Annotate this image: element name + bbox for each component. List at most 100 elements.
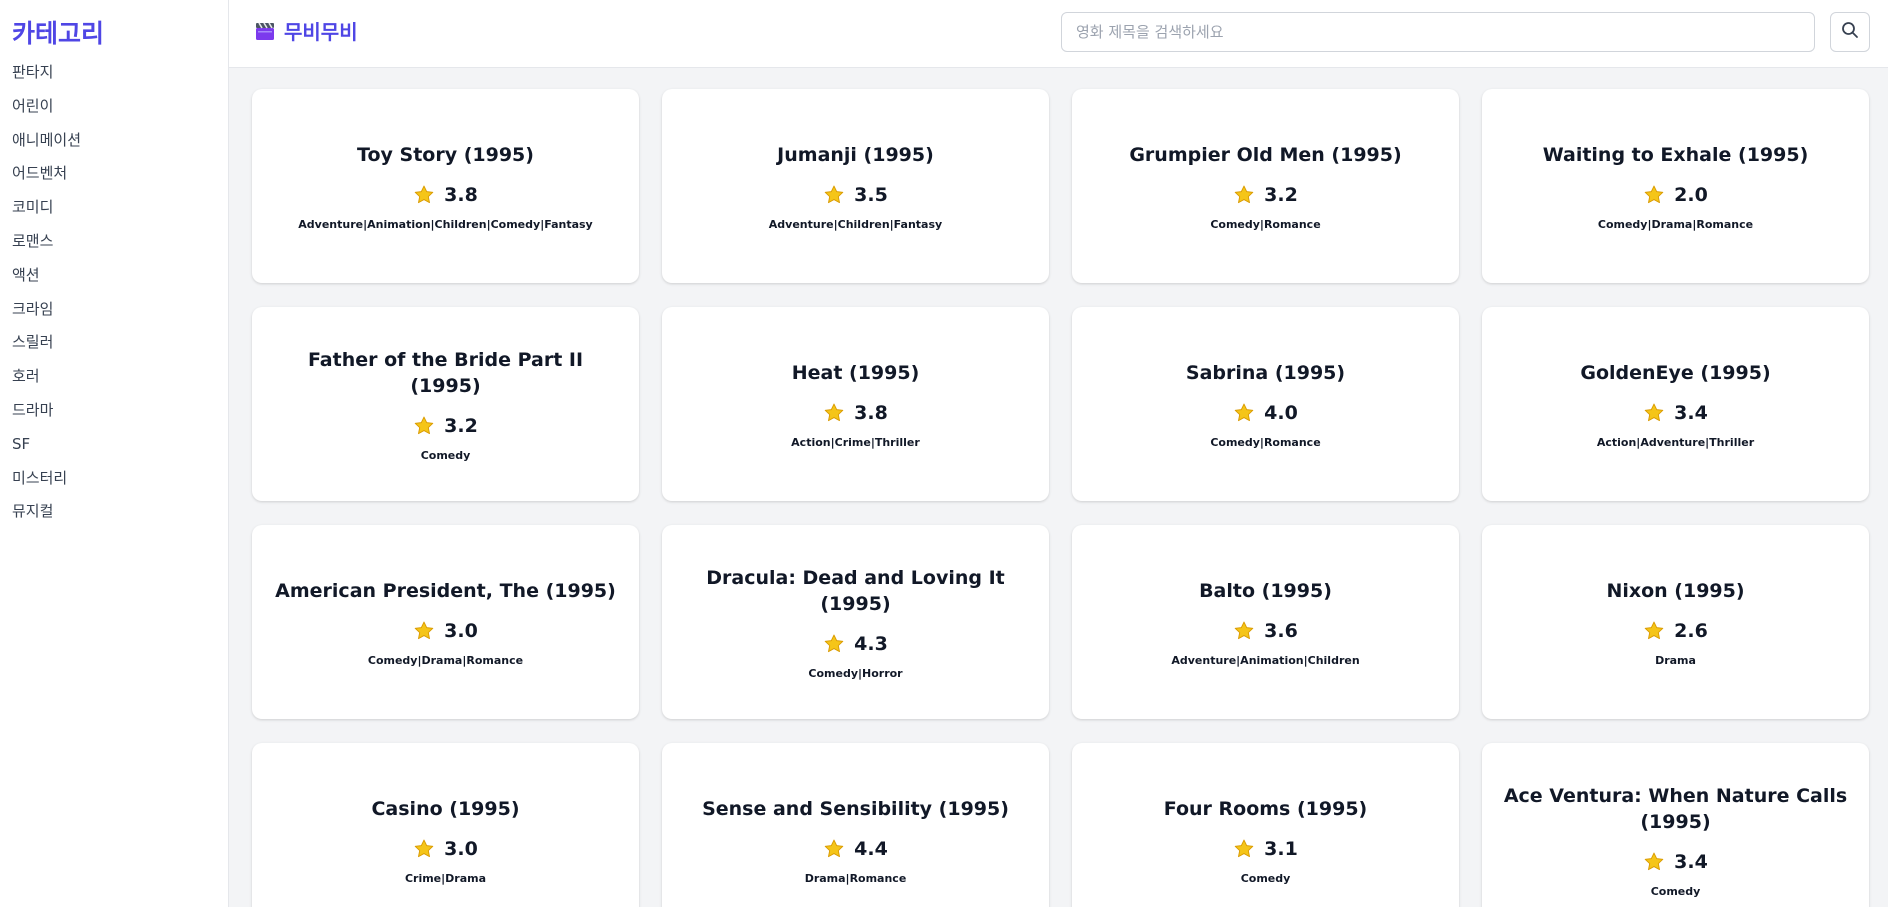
star-icon bbox=[1233, 402, 1255, 424]
star-icon bbox=[1643, 184, 1665, 206]
movie-genres: Adventure|Children|Fantasy bbox=[768, 217, 943, 231]
rating-value: 3.8 bbox=[444, 183, 478, 206]
category-item[interactable]: 판타지 bbox=[12, 56, 228, 90]
movie-genres: Comedy|Horror bbox=[808, 666, 903, 680]
movie-genres: Comedy|Drama|Romance bbox=[367, 653, 524, 667]
movie-card[interactable]: Heat (1995) 3.8 Action|Crime|Thriller bbox=[662, 307, 1049, 501]
rating-value: 3.6 bbox=[1264, 619, 1298, 642]
sidebar: 카테고리 판타지 어린이 애니메이션 어드벤처 코미디 로맨스 액션 크라임 스릴러 호러 드라마 S… bbox=[0, 0, 229, 907]
movie-title: Casino (1995) bbox=[371, 797, 520, 820]
category-item[interactable]: 로맨스 bbox=[12, 225, 228, 259]
movie-card[interactable]: Sense and Sensibility (1995) 4.4 Drama|Rom… bbox=[662, 743, 1049, 907]
movie-genres: Drama bbox=[1655, 653, 1696, 667]
movie-card[interactable]: Jumanji (1995) 3.5 Adventure|Children|Fant… bbox=[662, 89, 1049, 283]
rating-value: 3.4 bbox=[1674, 401, 1708, 424]
star-icon bbox=[1233, 620, 1255, 642]
movie-card[interactable]: Toy Story (1995) 3.8 Adventure|Animation|C… bbox=[252, 89, 639, 283]
rating-value: 4.3 bbox=[854, 632, 888, 655]
rating-value: 3.2 bbox=[444, 414, 478, 437]
movie-genres: Comedy bbox=[1240, 871, 1291, 885]
movie-rating: 3.4 bbox=[1643, 402, 1708, 424]
movie-rating: 3.8 bbox=[823, 402, 888, 424]
movie-title: Sense and Sensibility (1995) bbox=[702, 797, 1009, 820]
movie-rating: 2.0 bbox=[1643, 184, 1708, 206]
movie-title: American President, The (1995) bbox=[275, 579, 616, 602]
movie-grid: Toy Story (1995) 3.8 Adventure|Animation|C… bbox=[252, 89, 1869, 907]
rating-value: 3.1 bbox=[1264, 837, 1298, 860]
movie-title: Ace Ventura: When Nature Calls (1995) bbox=[1503, 784, 1848, 833]
category-item[interactable]: 애니메이션 bbox=[12, 124, 228, 158]
movie-title: Dracula: Dead and Loving It (1995) bbox=[706, 566, 1005, 615]
star-icon bbox=[823, 633, 845, 655]
movie-genres: Crime|Drama bbox=[404, 871, 487, 885]
movie-title: Father of the Bride Part II (1995) bbox=[307, 348, 584, 397]
star-icon bbox=[1233, 184, 1255, 206]
movie-card[interactable]: Sabrina (1995) 4.0 Comedy|Romance bbox=[1072, 307, 1459, 501]
movie-rating: 3.1 bbox=[1233, 838, 1298, 860]
rating-value: 2.0 bbox=[1674, 183, 1708, 206]
movie-genres: Comedy|Romance bbox=[1210, 217, 1321, 231]
movie-rating: 3.2 bbox=[413, 415, 478, 437]
movie-card[interactable]: Dracula: Dead and Loving It (1995) 4.3 Com… bbox=[662, 525, 1049, 719]
movie-card[interactable]: GoldenEye (1995) 3.4 Action|Adventure|Thri… bbox=[1482, 307, 1869, 501]
rating-value: 3.0 bbox=[444, 619, 478, 642]
category-item[interactable]: 크라임 bbox=[12, 293, 228, 327]
movie-card[interactable]: Waiting to Exhale (1995) 2.0 Comedy|Drama|… bbox=[1482, 89, 1869, 283]
movie-card[interactable]: Four Rooms (1995) 3.1 Comedy bbox=[1072, 743, 1459, 907]
app-name: 무비무비 bbox=[284, 20, 358, 44]
star-icon bbox=[413, 838, 435, 860]
movie-genres: Comedy bbox=[1650, 884, 1701, 898]
movie-card[interactable]: Ace Ventura: When Nature Calls (1995) 3.4… bbox=[1482, 743, 1869, 907]
movie-rating: 3.2 bbox=[1233, 184, 1298, 206]
movie-card[interactable]: Balto (1995) 3.6 Adventure|Animation|Child… bbox=[1072, 525, 1459, 719]
movie-genres: Adventure|Animation|Children bbox=[1171, 653, 1360, 667]
movie-rating: 3.8 bbox=[413, 184, 478, 206]
star-icon bbox=[1643, 851, 1665, 873]
category-item[interactable]: 미스터리 bbox=[12, 462, 228, 496]
category-list: 판타지 어린이 애니메이션 어드벤처 코미디 로맨스 액션 크라임 스릴러 호러 드라마 SF 미스터리… bbox=[12, 56, 228, 529]
category-item[interactable]: 액션 bbox=[12, 259, 228, 293]
movie-title: Toy Story (1995) bbox=[357, 143, 534, 166]
category-item[interactable]: 드라마 bbox=[12, 394, 228, 428]
star-icon bbox=[413, 620, 435, 642]
movie-title: Balto (1995) bbox=[1199, 579, 1332, 602]
category-item[interactable]: 스릴러 bbox=[12, 326, 228, 360]
movie-card[interactable]: American President, The (1995) 3.0 Comedy|… bbox=[252, 525, 639, 719]
category-item[interactable]: 호러 bbox=[12, 360, 228, 394]
movie-genres: Comedy|Drama|Romance bbox=[1597, 217, 1754, 231]
movie-rating: 3.6 bbox=[1233, 620, 1298, 642]
search-icon bbox=[1841, 21, 1859, 43]
star-icon bbox=[413, 184, 435, 206]
rating-value: 4.4 bbox=[854, 837, 888, 860]
category-item[interactable]: 어드벤처 bbox=[12, 157, 228, 191]
logo[interactable]: 무비무비 bbox=[254, 16, 358, 45]
movie-card[interactable]: Father of the Bride Part II (1995) 3.2 Com… bbox=[252, 307, 639, 501]
star-icon bbox=[413, 415, 435, 437]
search-input[interactable] bbox=[1061, 12, 1815, 52]
category-item[interactable]: 어린이 bbox=[12, 90, 228, 124]
movie-genres: Action|Crime|Thriller bbox=[791, 435, 920, 449]
search-button[interactable] bbox=[1830, 12, 1870, 52]
rating-value: 3.5 bbox=[854, 183, 888, 206]
movie-genres: Adventure|Animation|Children|Comedy|Fant… bbox=[298, 217, 593, 231]
movie-card[interactable]: Grumpier Old Men (1995) 3.2 Comedy|Romance bbox=[1072, 89, 1459, 283]
movie-title: Nixon (1995) bbox=[1606, 579, 1745, 602]
category-item[interactable]: 코미디 bbox=[12, 191, 228, 225]
category-item[interactable]: SF bbox=[12, 428, 228, 462]
rating-value: 3.0 bbox=[444, 837, 478, 860]
star-icon bbox=[1643, 620, 1665, 642]
movie-genres: Comedy bbox=[420, 448, 471, 462]
movie-title: Grumpier Old Men (1995) bbox=[1129, 143, 1402, 166]
movie-card[interactable]: Casino (1995) 3.0 Crime|Drama bbox=[252, 743, 639, 907]
movie-card[interactable]: Nixon (1995) 2.6 Drama bbox=[1482, 525, 1869, 719]
star-icon bbox=[1233, 838, 1255, 860]
movie-genres: Drama|Romance bbox=[804, 871, 907, 885]
rating-value: 3.8 bbox=[854, 401, 888, 424]
movie-rating: 3.0 bbox=[413, 620, 478, 642]
movie-rating: 3.0 bbox=[413, 838, 478, 860]
movie-title: Four Rooms (1995) bbox=[1163, 797, 1368, 820]
rating-value: 4.0 bbox=[1264, 401, 1298, 424]
category-item[interactable]: 뮤지컬 bbox=[12, 495, 228, 529]
movie-title: GoldenEye (1995) bbox=[1580, 361, 1771, 384]
sidebar-title: 카테고리 bbox=[12, 19, 105, 48]
